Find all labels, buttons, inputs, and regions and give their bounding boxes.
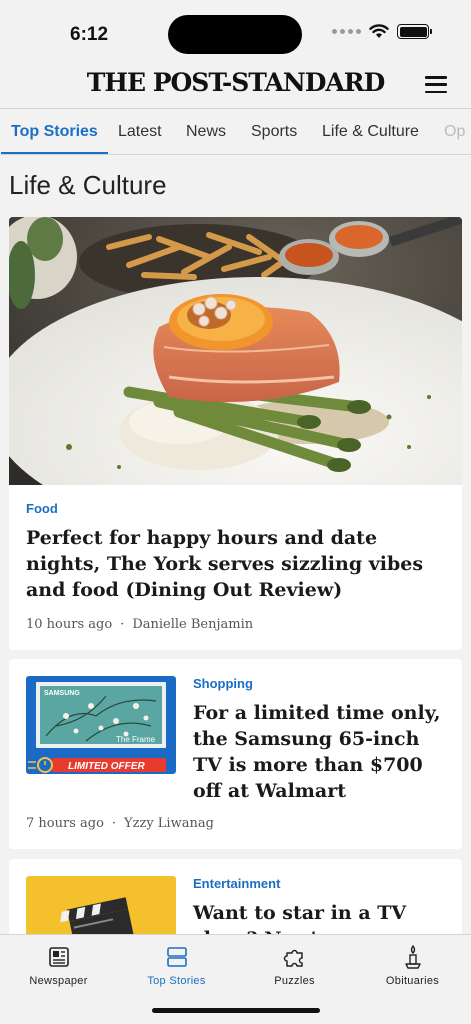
thumb-product-text: The Frame xyxy=(116,735,156,744)
nav-obituaries[interactable]: Obituaries xyxy=(354,943,471,987)
status-time: 6:12 xyxy=(70,24,109,45)
article-time: 10 hours ago xyxy=(26,617,113,632)
thumb-badge-text: LIMITED OFFER xyxy=(68,761,145,772)
article-meta: 10 hours ago · Danielle Benjamin xyxy=(26,617,254,632)
nav-label: Newspaper xyxy=(29,975,88,987)
wifi-icon xyxy=(369,24,389,38)
article-meta: 7 hours ago · Yzzy Liwanag xyxy=(26,816,214,831)
section-title: Life & Culture xyxy=(9,170,167,200)
section-tabs: Top Stories Latest News Sports Life & Cu… xyxy=(0,108,471,155)
puzzle-icon xyxy=(283,949,303,967)
article-card[interactable]: SAMSUNG The Frame LIMITED OFFER Shopping… xyxy=(9,659,462,849)
stories-icon xyxy=(166,947,187,967)
article-headline[interactable]: Perfect for happy hours and date nights,… xyxy=(26,525,445,603)
tab-latest[interactable]: Latest xyxy=(118,109,162,154)
nav-puzzles[interactable]: Puzzles xyxy=(236,943,353,987)
dynamic-island xyxy=(168,15,302,54)
thumb-brand-text: SAMSUNG xyxy=(44,690,80,697)
article-headline[interactable]: For a limited time only, the Samsung 65-… xyxy=(193,700,443,804)
article-author: Danielle Benjamin xyxy=(132,617,254,632)
tab-life-culture[interactable]: Life & Culture xyxy=(322,109,419,154)
article-image-salmon[interactable] xyxy=(9,217,462,485)
battery-icon xyxy=(397,24,432,39)
article-category[interactable]: Entertainment xyxy=(193,876,443,891)
article-category[interactable]: Shopping xyxy=(193,676,443,691)
article-card-hero[interactable]: Food Perfect for happy hours and date ni… xyxy=(9,217,462,650)
tab-sports[interactable]: Sports xyxy=(251,109,297,154)
article-author: Yzzy Liwanag xyxy=(124,816,214,831)
article-time: 7 hours ago xyxy=(26,816,104,831)
nav-top-stories[interactable]: Top Stories xyxy=(118,943,235,987)
tab-news[interactable]: News xyxy=(186,109,226,154)
status-icons xyxy=(332,24,432,39)
home-indicator[interactable] xyxy=(152,1008,320,1013)
newspaper-icon xyxy=(48,947,69,967)
masthead-logo[interactable]: THE POST-STANDARD xyxy=(0,68,471,97)
article-category[interactable]: Food xyxy=(26,501,445,516)
candle-icon xyxy=(404,944,421,969)
nav-label: Puzzles xyxy=(274,975,315,987)
menu-icon[interactable] xyxy=(425,76,447,93)
app-header: THE POST-STANDARD xyxy=(0,62,471,108)
status-bar: 6:12 xyxy=(0,0,471,62)
cellular-signal-icon xyxy=(332,29,361,34)
tab-opinion[interactable]: Op xyxy=(444,109,465,154)
article-thumbnail-samsung-tv[interactable]: SAMSUNG The Frame LIMITED OFFER xyxy=(26,676,176,774)
tab-top-stories[interactable]: Top Stories xyxy=(1,109,108,154)
nav-label: Top Stories xyxy=(147,975,206,987)
nav-newspaper[interactable]: Newspaper xyxy=(0,943,117,987)
nav-label: Obituaries xyxy=(385,975,440,987)
